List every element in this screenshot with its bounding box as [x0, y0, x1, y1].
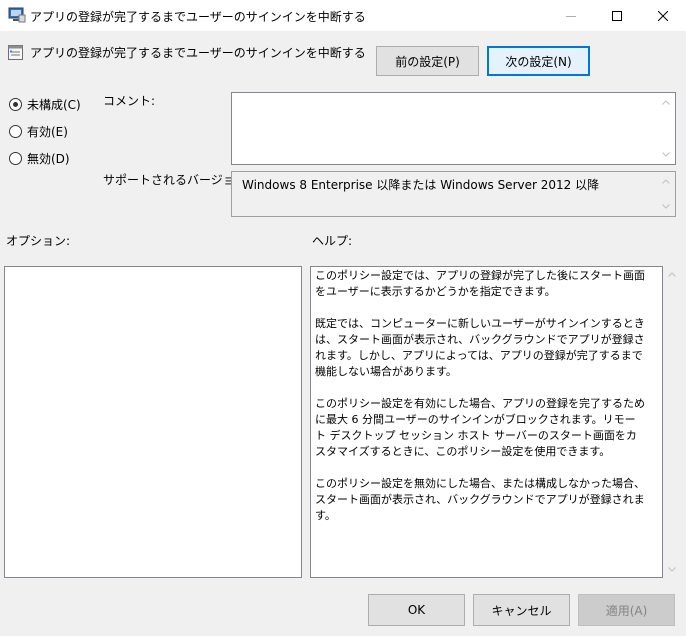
scroll-up-icon[interactable] [657, 173, 674, 190]
scroll-up-icon[interactable] [663, 266, 680, 283]
radio-enabled[interactable]: 有効(E) [9, 123, 68, 140]
help-scrollbar[interactable] [663, 266, 680, 578]
radio-not-configured[interactable]: 未構成(C) [9, 96, 81, 113]
supported-on-label: サポートされるバージョン: [103, 173, 251, 187]
radio-disabled[interactable]: 無効(D) [9, 150, 70, 167]
apply-button[interactable]: 適用(A) [578, 594, 675, 626]
policy-window-icon [8, 7, 26, 23]
comment-label: コメント: [103, 94, 156, 108]
options-pane[interactable] [4, 266, 302, 578]
policy-setting-icon [8, 44, 24, 61]
radio-button-checked[interactable] [9, 98, 22, 111]
next-setting-button[interactable]: 次の設定(N) [487, 46, 590, 76]
minimize-button[interactable] [548, 0, 594, 31]
help-pane[interactable]: このポリシー設定では、アプリの登録が完了した後にスタート画面をユーザーに表示する… [310, 266, 663, 578]
comment-textarea[interactable] [231, 92, 676, 165]
radio-label-not-configured: 未構成(C) [27, 98, 81, 112]
help-label: ヘルプ: [312, 234, 353, 248]
help-text: このポリシー設定では、アプリの登録が完了した後にスタート画面をユーザーに表示する… [315, 269, 645, 522]
window-title: アプリの登録が完了するまでユーザーのサインインを中断する [30, 10, 366, 24]
maximize-icon [612, 10, 622, 21]
radio-button[interactable] [9, 152, 22, 165]
cancel-button[interactable]: キャンセル [473, 594, 570, 626]
minimize-icon [566, 15, 576, 17]
options-label: オプション: [6, 234, 71, 248]
policy-name: アプリの登録が完了するまでユーザーのサインインを中断する [30, 46, 366, 60]
maximize-button[interactable] [594, 0, 640, 31]
supported-scrollbar[interactable] [657, 173, 674, 215]
supported-on-field: Windows 8 Enterprise 以降または Windows Serve… [231, 171, 676, 217]
ok-button[interactable]: OK [368, 594, 465, 626]
scroll-down-icon[interactable] [657, 146, 674, 163]
scroll-down-icon[interactable] [663, 561, 680, 578]
previous-setting-button[interactable]: 前の設定(P) [376, 46, 479, 76]
radio-button[interactable] [9, 125, 22, 138]
radio-label-disabled: 無効(D) [27, 152, 70, 166]
comment-scrollbar[interactable] [657, 94, 674, 163]
scroll-down-icon[interactable] [657, 198, 674, 215]
supported-on-value: Windows 8 Enterprise 以降または Windows Serve… [242, 178, 600, 192]
scroll-up-icon[interactable] [657, 94, 674, 111]
close-icon [658, 10, 668, 21]
radio-label-enabled: 有効(E) [27, 125, 68, 139]
close-button[interactable] [640, 0, 686, 31]
